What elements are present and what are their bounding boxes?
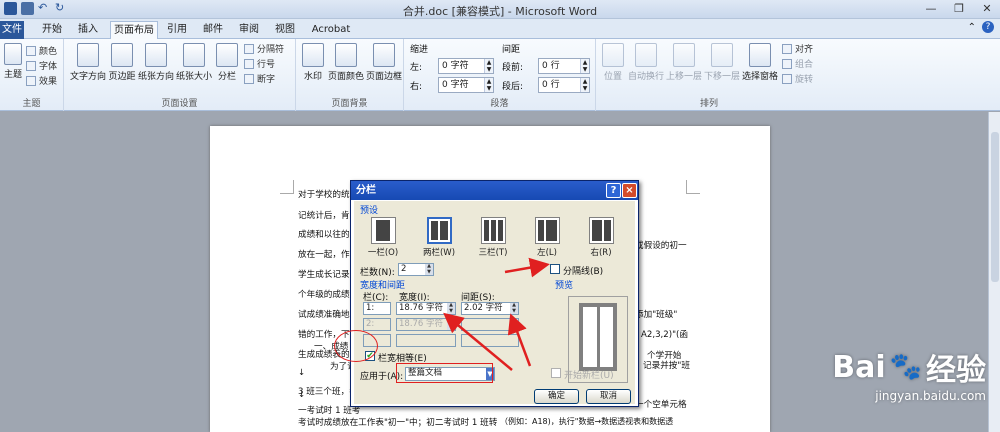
paw-icon: 🐾 — [889, 352, 922, 382]
watermark-brand2: 经验 — [926, 353, 986, 388]
arrow-to-spacing — [507, 313, 532, 367]
arrow-to-separator — [504, 257, 550, 278]
baidu-watermark: Bai 🐾 经验 jingyan.baidu.com — [832, 345, 986, 404]
watermark-url: jingyan.baidu.com — [875, 389, 986, 403]
arrow-to-width — [443, 312, 513, 371]
watermark-brand: Bai — [832, 349, 886, 385]
